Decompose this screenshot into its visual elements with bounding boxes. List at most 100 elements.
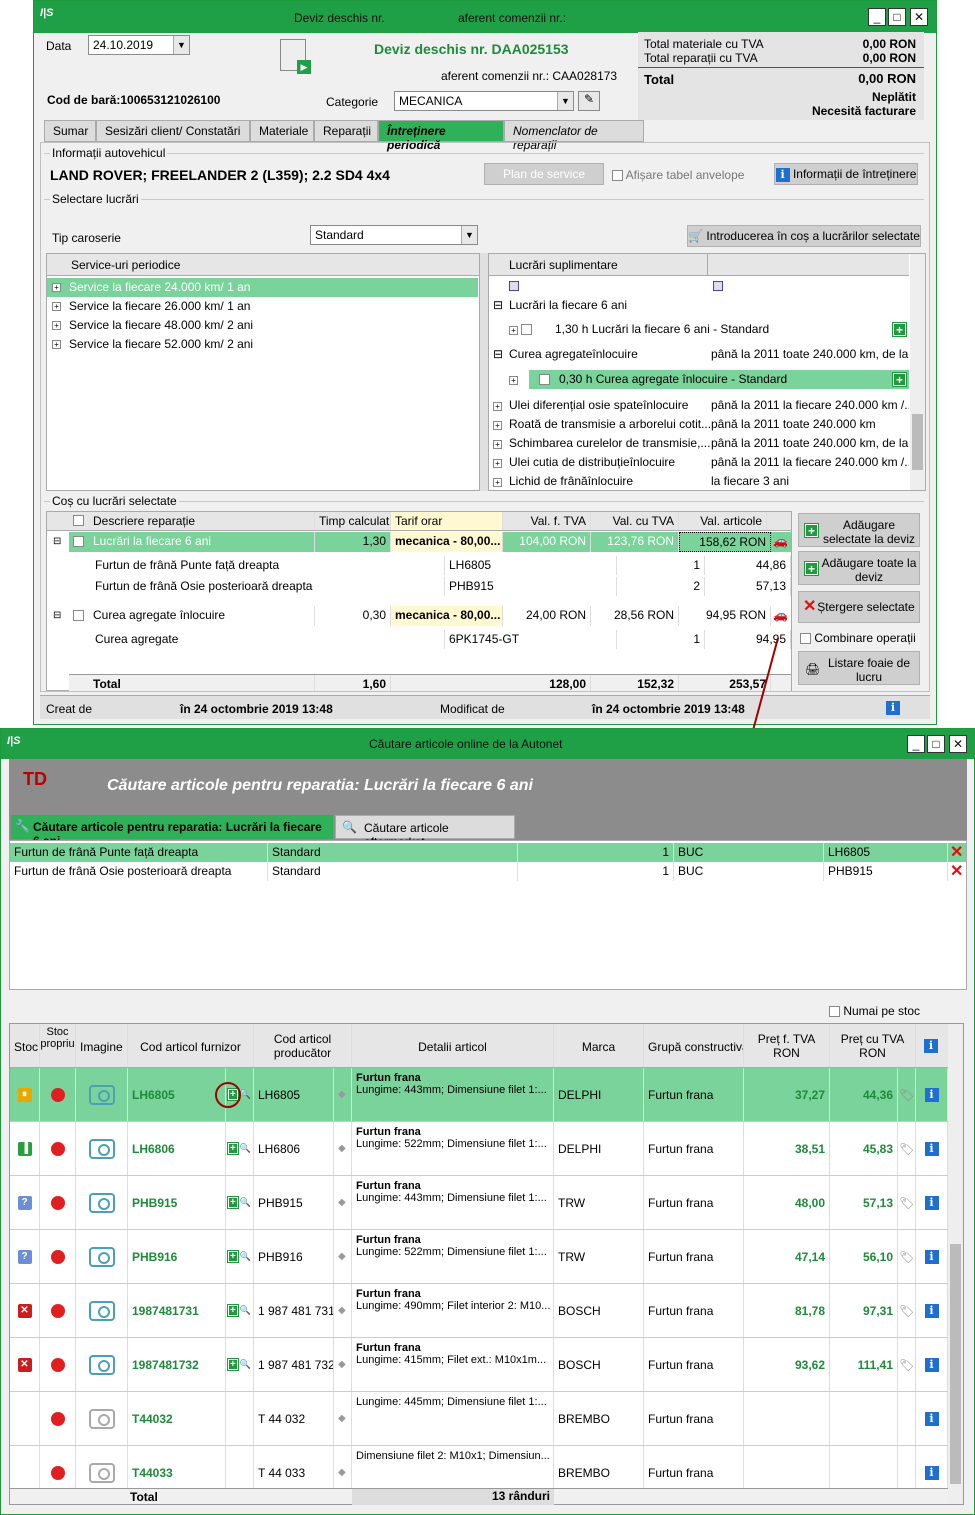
plan-service-button[interactable]: Plan de service — [484, 163, 604, 185]
cos-row[interactable]: Curea agregate înlocuire 0,30 mecanica -… — [69, 606, 791, 626]
sup-item[interactable]: + Ulei cutia de distribuțieînlocuire până … — [489, 453, 909, 472]
add-icon[interactable]: + — [227, 1304, 239, 1317]
col-tarif[interactable]: Tarif orar — [391, 512, 503, 530]
remove-icon[interactable]: ✕ — [950, 862, 963, 881]
cod-furnizor[interactable]: 1987481732 — [128, 1338, 226, 1391]
col-marca[interactable]: Marca — [554, 1024, 644, 1067]
minimize-button[interactable]: _ — [868, 8, 886, 26]
expand-icon[interactable]: + — [52, 340, 61, 349]
info-icon[interactable]: i — [924, 1039, 938, 1053]
row-check[interactable] — [73, 536, 84, 547]
magnifier-icon[interactable]: 🔍 — [240, 1305, 251, 1316]
cos-va[interactable]: 158,62 RON — [679, 532, 771, 552]
service-item[interactable]: + Service la fiecare 52.000 km/ 2 ani — [47, 335, 478, 354]
numai-stoc-checkbox[interactable]: Numai pe stoc — [829, 1004, 920, 1018]
sup-item[interactable]: ⊟ Lucrări la fiecare 6 ani — [489, 296, 909, 315]
info-button[interactable]: i — [916, 1338, 948, 1391]
magnifier-icon[interactable]: 🔍 — [240, 1143, 251, 1154]
tip-caroserie-select[interactable]: Standard ▼ — [310, 225, 478, 245]
tab-sumar[interactable]: Sumar — [44, 120, 96, 142]
info-button[interactable]: i — [916, 1230, 948, 1283]
cod-furnizor[interactable]: PHB915 — [128, 1176, 226, 1229]
cod-furnizor[interactable]: LH6805 — [128, 1068, 226, 1121]
article-row[interactable]: Furtun de frână Punte față dreapta Stand… — [10, 843, 966, 862]
tag-icon[interactable]: ◆ — [334, 1176, 352, 1229]
splitter[interactable] — [480, 253, 488, 491]
col-pret-cu-tva[interactable]: Preț cu TVA RON — [830, 1024, 916, 1067]
expand-icon[interactable]: + — [493, 402, 502, 411]
camera-icon[interactable] — [76, 1068, 128, 1121]
adaugare-selectate-button[interactable]: + Adăugare selectate la deviz — [798, 513, 920, 547]
date-picker[interactable]: 24.10.2019 ▼ — [88, 35, 190, 55]
info-button[interactable]: i — [916, 1284, 948, 1337]
add-icon[interactable]: + — [892, 372, 907, 387]
result-row[interactable]: ? PHB916 + 🔍 PHB916 ◆ Furtun frana Lungime: 522… — [10, 1230, 948, 1284]
tab-materiale[interactable]: Materiale — [250, 120, 314, 142]
minimize-button[interactable]: _ — [907, 735, 925, 753]
expand-icon[interactable]: + — [509, 376, 518, 385]
tag-icon[interactable]: 🏷 — [898, 1338, 916, 1391]
expand-icon[interactable]: + — [493, 440, 502, 449]
add-icon[interactable]: + — [227, 1196, 239, 1209]
select-all-check[interactable] — [73, 515, 84, 526]
camera-icon[interactable] — [76, 1392, 128, 1445]
result-row[interactable]: ▐ LH6806 + 🔍 LH6806 ◆ Furtun frana Lungime: 522… — [10, 1122, 948, 1176]
maximize-button[interactable]: □ — [927, 735, 945, 753]
add-icon[interactable]: + — [227, 1358, 239, 1371]
col-grupa[interactable]: Grupă constructivă — [644, 1024, 744, 1067]
results-scrollbar[interactable] — [948, 1024, 963, 1504]
tag-icon[interactable]: 🏷 — [898, 1284, 916, 1337]
cod-furnizor[interactable]: LH6806 — [128, 1122, 226, 1175]
expand-icon[interactable]: + — [493, 421, 502, 430]
result-row[interactable]: ✕ 1987481732 + 🔍 1 987 481 732 ◆ Furtun frana L… — [10, 1338, 948, 1392]
result-row[interactable]: ✕ 1987481731 + 🔍 1 987 481 731 ◆ Furtun frana L… — [10, 1284, 948, 1338]
add-icon[interactable]: + — [227, 1142, 239, 1155]
collapse-icon[interactable]: ⊟ — [53, 536, 61, 547]
col-pret-f-tva[interactable]: Preț f. TVA RON — [744, 1024, 830, 1067]
sup-item[interactable]: + Ulei diferențial osie spateînlocuire pân… — [489, 396, 909, 415]
info-intretinere-button[interactable]: i Informații de întreținere — [774, 163, 918, 185]
tag-icon[interactable]: ◆ — [334, 1122, 352, 1175]
combinare-checkbox[interactable]: Combinare operații — [800, 631, 916, 645]
result-row[interactable]: T44032 T 44 032 ◆ Lungime: 445mm; Dimensiun… — [10, 1392, 948, 1446]
col-stoc-propriu[interactable]: Stoc propriu — [40, 1024, 76, 1067]
sup-item[interactable]: + Roată de transmisie a arborelui cotit..… — [489, 415, 909, 434]
search-car-icon[interactable]: 🚗 — [773, 608, 788, 622]
tag-icon[interactable]: ◆ — [334, 1068, 352, 1121]
anvelope-checkbox[interactable]: Afișare tabel anvelope — [612, 168, 744, 182]
col-val-f-tva[interactable]: Val. f. TVA — [503, 512, 591, 530]
magnifier-icon[interactable]: 🔍 — [240, 1251, 251, 1262]
col-val-cu-tva[interactable]: Val. cu TVA — [591, 512, 679, 530]
info-icon[interactable]: i — [886, 701, 900, 715]
info-button[interactable]: i — [916, 1068, 948, 1121]
tag-icon[interactable] — [898, 1392, 916, 1445]
adaugare-toate-button[interactable]: + Adăugare toate la deviz — [798, 551, 920, 585]
add-icon[interactable]: + — [892, 322, 907, 337]
expand-icon[interactable]: + — [52, 321, 61, 330]
listare-button[interactable]: 🖨 Listare foaie de lucru — [798, 651, 920, 685]
magnifier-icon[interactable]: 🔍 — [240, 1197, 251, 1208]
tag-icon[interactable]: ◆ — [334, 1284, 352, 1337]
cos-tarif[interactable]: mecanica - 80,00... — [391, 606, 503, 626]
camera-icon[interactable] — [76, 1338, 128, 1391]
tag-icon[interactable]: ◆ — [334, 1230, 352, 1283]
expand-icon[interactable]: + — [493, 478, 502, 487]
expand-icon[interactable]: + — [493, 459, 502, 468]
camera-icon[interactable] — [76, 1122, 128, 1175]
tag-icon[interactable]: ◆ — [334, 1392, 352, 1445]
close-button[interactable]: ✕ — [949, 735, 967, 753]
add-icon[interactable]: + — [227, 1250, 239, 1263]
sup-item[interactable]: 0,30 h Curea agregate înlocuire - Standa… — [529, 370, 909, 389]
cos-row[interactable]: Lucrări la fiecare 6 ani 1,30 mecanica -… — [69, 532, 791, 552]
row-check[interactable] — [73, 610, 84, 621]
tab-reparatie[interactable]: 🔧 Căutare articole pentru reparatia: Lucr… — [11, 815, 333, 848]
search-car-icon[interactable]: 🚗 — [773, 534, 788, 548]
info-button[interactable]: i — [916, 1392, 948, 1445]
categorie-select[interactable]: MECANICA ▼ — [394, 91, 574, 111]
expand-icon[interactable]: + — [52, 283, 61, 292]
article-row[interactable]: Furtun de frână Osie posterioară dreapta… — [10, 862, 966, 881]
tab-aftermarket[interactable]: 🔍Căutare articole aftermarket — [335, 815, 515, 849]
sup-check[interactable] — [539, 374, 550, 385]
tag-icon[interactable]: 🏷 — [898, 1068, 916, 1121]
service-item[interactable]: + Service la fiecare 24.000 km/ 1 an — [47, 278, 478, 297]
